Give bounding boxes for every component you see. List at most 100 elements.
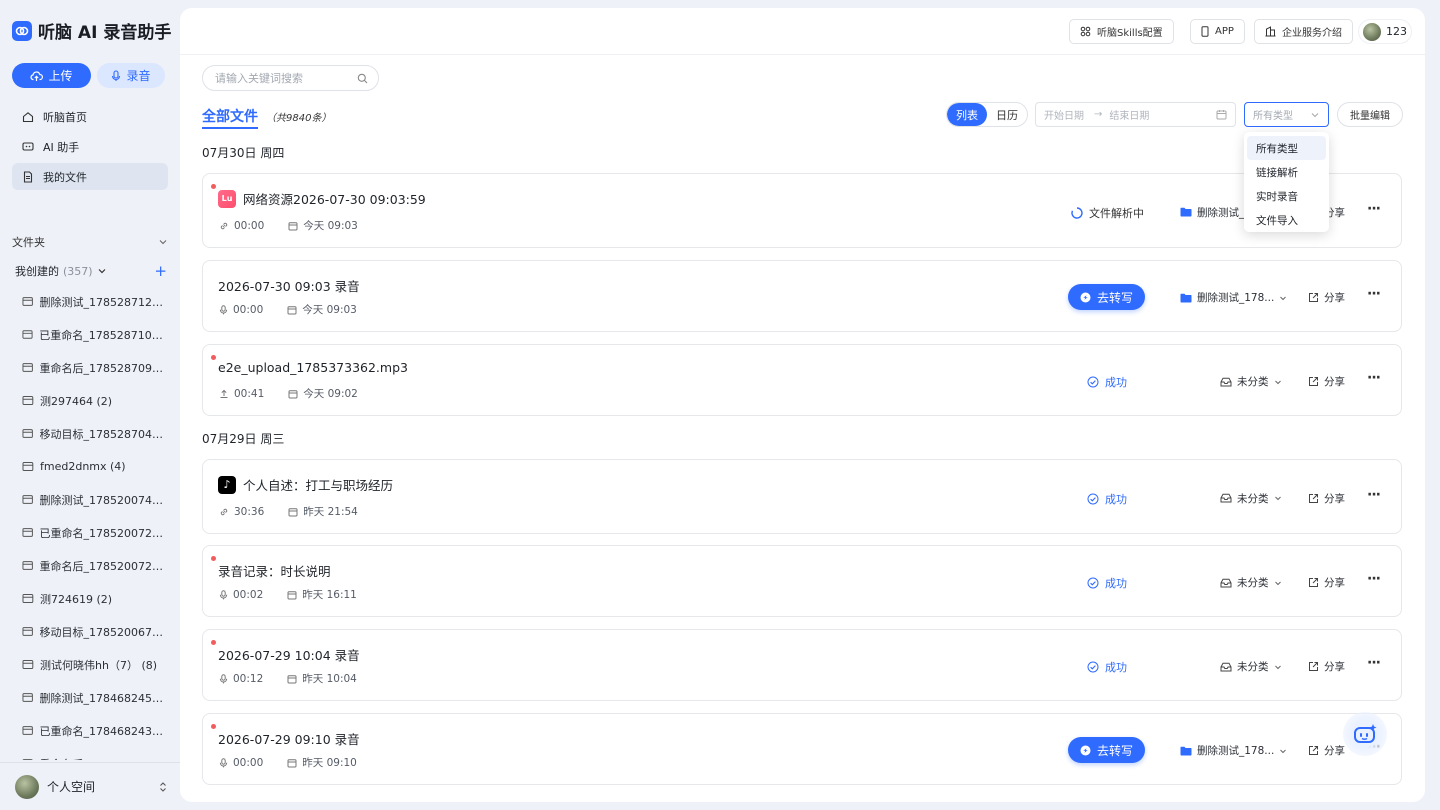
- chevron-down-icon: [1274, 581, 1281, 585]
- ai-assistant-fab[interactable]: [1343, 712, 1387, 756]
- file-card[interactable]: Lu 网络资源2026-07-30 09:03:59 00:00 今天 09:03 文件…: [202, 173, 1402, 248]
- file-card[interactable]: ♪ 个人自述：打工与职场经历 30:36 昨天 21:54 成功 未分类 分享 ···: [202, 459, 1402, 534]
- category-select[interactable]: 删除测试_178...: [1180, 290, 1287, 305]
- file-card[interactable]: 2026-07-29 10:04 录音 00:12 昨天 10:04 成功 未分类 分享 ·…: [202, 629, 1402, 701]
- type-option-import[interactable]: 文件导入: [1247, 208, 1326, 232]
- page-title[interactable]: 全部文件: [202, 106, 258, 129]
- folder-item[interactable]: 移动目标_1785200673 ...: [22, 615, 168, 648]
- category-select[interactable]: 未分类: [1220, 374, 1282, 389]
- folder-section-header[interactable]: 文件夹: [12, 234, 168, 250]
- unread-dot: [211, 355, 216, 360]
- more-menu-button[interactable]: ···: [1367, 201, 1381, 217]
- folder-item[interactable]: 删除测试_1785200743 ...: [22, 483, 168, 516]
- batch-edit-button[interactable]: 批量编辑: [1337, 102, 1403, 127]
- transcribe-label: 去转写: [1096, 290, 1133, 305]
- date-range-picker[interactable]: 开始日期 → 结束日期: [1035, 102, 1236, 127]
- tab-calendar-view[interactable]: 日历: [987, 103, 1027, 126]
- file-title[interactable]: 2026-07-30 09:03 录音: [218, 276, 360, 295]
- transcribe-button[interactable]: 去转写: [1068, 737, 1145, 763]
- folder-name: 测试何晓伟hh（7） (8): [40, 658, 158, 672]
- share-button[interactable]: 分享: [1308, 743, 1345, 758]
- calendar-icon: [287, 674, 297, 683]
- folder-item[interactable]: 已重命名_1785287107 (...: [22, 318, 168, 351]
- share-button[interactable]: 分享: [1308, 575, 1345, 590]
- nav-label: 听脑首页: [43, 110, 87, 124]
- category-select[interactable]: 未分类: [1220, 491, 1282, 506]
- folder-item[interactable]: 重命名后_1785200720 ...: [22, 549, 168, 582]
- folder-item[interactable]: 测724619 (2): [22, 582, 168, 615]
- record-button[interactable]: 录音: [97, 63, 165, 88]
- type-option-all[interactable]: 所有类型: [1247, 136, 1326, 160]
- add-folder-button[interactable]: +: [154, 262, 167, 280]
- more-menu-button[interactable]: ···: [1367, 487, 1381, 503]
- unread-dot: [211, 640, 216, 645]
- share-icon: [1309, 578, 1318, 587]
- search-input[interactable]: 请输入关键词搜索: [202, 65, 379, 91]
- file-title[interactable]: 2026-07-29 10:04 录音: [218, 645, 360, 664]
- folder-item[interactable]: 移动目标_1785287046 ...: [22, 417, 168, 450]
- skills-config-button[interactable]: 听脑Skills配置: [1069, 19, 1174, 44]
- inbox-icon: [1220, 377, 1232, 386]
- more-menu-button[interactable]: ···: [1367, 286, 1381, 302]
- mic-icon: [219, 589, 228, 599]
- file-title[interactable]: 录音记录：时长说明: [218, 561, 331, 580]
- more-menu-button[interactable]: ···: [1367, 655, 1381, 671]
- folder-item[interactable]: 删除测试_1784682455 ...: [22, 681, 168, 714]
- file-title-text: 2026-07-29 09:10 录音: [218, 732, 360, 747]
- type-select[interactable]: 所有类型: [1244, 102, 1329, 127]
- share-button[interactable]: 分享: [1308, 290, 1345, 305]
- category-select[interactable]: 删除测试_178...: [1180, 743, 1287, 758]
- file-card[interactable]: 2026-07-29 09:10 录音 00:00 昨天 09:10 去转写 删除测试_…: [202, 713, 1402, 785]
- file-meta: 00:41 今天 09:02: [219, 386, 358, 401]
- folder-item[interactable]: 已重命名_1784682438 ...: [22, 714, 168, 747]
- share-button[interactable]: 分享: [1308, 491, 1345, 506]
- share-icon: [1309, 493, 1318, 503]
- unread-dot: [211, 184, 216, 189]
- folder-item[interactable]: 测297464 (2): [22, 384, 168, 417]
- share-button[interactable]: 分享: [1308, 374, 1345, 389]
- nav-item-home[interactable]: 听脑首页: [12, 103, 168, 130]
- transcribe-button[interactable]: 去转写: [1068, 284, 1145, 310]
- workspace-switcher[interactable]: 个人空间: [0, 762, 180, 810]
- nav-label: 我的文件: [43, 170, 87, 184]
- file-card[interactable]: 录音记录：时长说明 00:02 昨天 16:11 成功 未分类 分享 ···: [202, 545, 1402, 617]
- file-card[interactable]: 2026-07-30 09:03 录音 00:00 今天 09:03 去转写 删除测试_…: [202, 260, 1402, 332]
- file-title[interactable]: ♪ 个人自述：打工与职场经历: [218, 475, 393, 494]
- more-menu-button[interactable]: ···: [1367, 370, 1381, 386]
- enterprise-intro-button[interactable]: 企业服务介绍: [1254, 19, 1353, 44]
- folder-item[interactable]: 重命名后_1784682426 ...: [22, 747, 168, 760]
- file-title-text: e2e_upload_1785373362.mp3: [218, 360, 408, 375]
- tab-list-view[interactable]: 列表: [947, 103, 987, 126]
- skills-config-label: 听脑Skills配置: [1097, 28, 1163, 39]
- folder-item[interactable]: 测试何晓伟hh（7） (8): [22, 648, 168, 681]
- app-title: 听脑 AI 录音助手: [38, 23, 172, 43]
- folder-item[interactable]: 重命名后_1785287096 ...: [22, 351, 168, 384]
- type-option-link[interactable]: 链接解析: [1247, 160, 1326, 184]
- upload-button[interactable]: 上传: [12, 63, 91, 88]
- share-button[interactable]: 分享: [1308, 659, 1345, 674]
- my-folders-header[interactable]: 我创建的 (357) +: [15, 262, 167, 280]
- check-circle-icon: [1087, 661, 1099, 673]
- nav-item-my-files[interactable]: 我的文件: [12, 163, 168, 190]
- skills-grid-icon: [1080, 26, 1091, 37]
- folder-item[interactable]: 已重命名_1785200729 ...: [22, 516, 168, 549]
- file-title[interactable]: e2e_upload_1785373362.mp3: [218, 360, 408, 375]
- file-title[interactable]: 2026-07-29 09:10 录音: [218, 729, 360, 748]
- file-meta: 00:00 今天 09:03: [219, 218, 358, 233]
- category-select[interactable]: 未分类: [1220, 659, 1282, 674]
- user-menu[interactable]: 123: [1358, 19, 1412, 44]
- file-title[interactable]: Lu 网络资源2026-07-30 09:03:59: [218, 189, 426, 208]
- file-card[interactable]: e2e_upload_1785373362.mp3 00:41 今天 09:02 成功…: [202, 344, 1402, 416]
- app-download-button[interactable]: APP: [1190, 19, 1245, 44]
- folder-item[interactable]: 删除测试_1785287120 ...: [22, 285, 168, 318]
- avatar: [15, 774, 39, 799]
- nav-item-ai-assistant[interactable]: AI 助手: [12, 133, 168, 160]
- end-date-field[interactable]: 结束日期: [1109, 107, 1149, 122]
- start-date-field[interactable]: 开始日期: [1044, 107, 1084, 122]
- more-menu-button[interactable]: ···: [1367, 571, 1381, 587]
- category-select[interactable]: 未分类: [1220, 575, 1282, 590]
- folder-item[interactable]: fmed2dnmx (4): [22, 450, 168, 483]
- type-option-realtime[interactable]: 实时录音: [1247, 184, 1326, 208]
- record-label: 录音: [126, 69, 151, 83]
- cloud-upload-icon: [31, 70, 44, 81]
